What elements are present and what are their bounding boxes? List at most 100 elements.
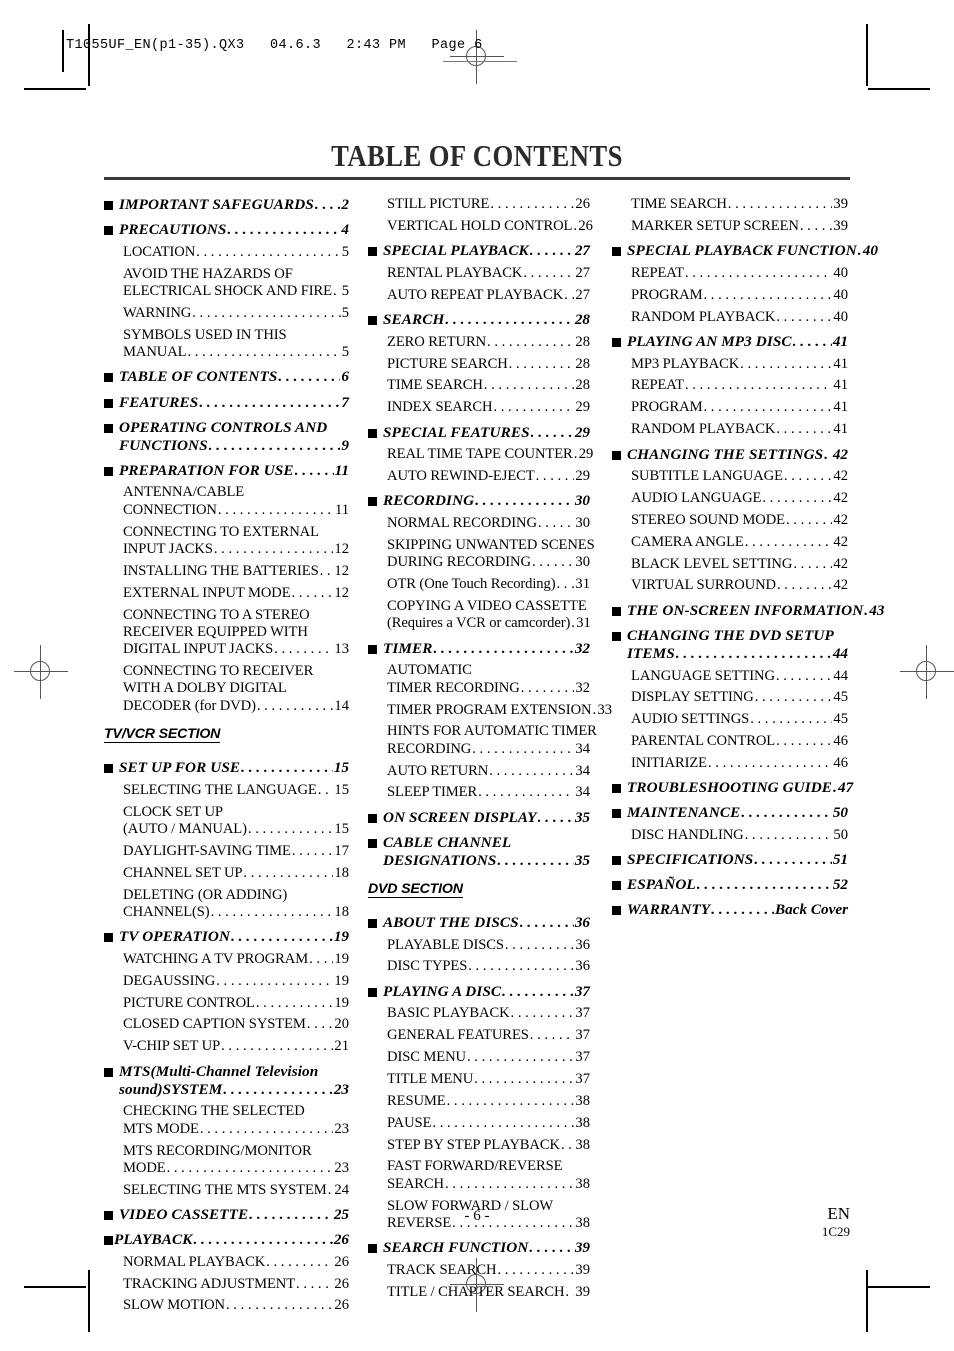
toc-sub-entry[interactable]: REAL TIME TAPE COUNTER 29 bbox=[368, 446, 593, 463]
toc-sub-entry[interactable]: VIRTUAL SURROUND 42 bbox=[612, 577, 848, 594]
toc-sub-entry[interactable]: PLAYABLE DISCS 36 bbox=[368, 937, 590, 954]
toc-sub-entry[interactable]: SLEEP TIMER 34 bbox=[368, 784, 590, 801]
toc-section-entry[interactable]: SPECIAL PLAYBACK 27 bbox=[368, 242, 590, 260]
toc-section-entry[interactable]: SET UP FOR USE 15 bbox=[104, 759, 349, 777]
toc-sub-entry[interactable]: LOCATION 5 bbox=[104, 244, 349, 261]
toc-section-entry[interactable]: TIMER 32 bbox=[368, 640, 590, 658]
toc-section-entry[interactable]: ON SCREEN DISPLAY 35 bbox=[368, 809, 590, 827]
toc-section-entry[interactable]: PREPARATION FOR USE 11 bbox=[104, 462, 349, 480]
toc-sub-entry[interactable]: RESUME 38 bbox=[368, 1093, 590, 1110]
toc-section-entry[interactable]: PLAYING A DISC 37 bbox=[368, 983, 590, 1001]
toc-sub-entry[interactable]: DISC TYPES 36 bbox=[368, 958, 590, 975]
toc-section-entry[interactable]: MAINTENANCE 50 bbox=[612, 804, 848, 822]
toc-sub-entry[interactable]: BLACK LEVEL SETTING 42 bbox=[612, 556, 848, 573]
toc-sub-entry[interactable]: INSTALLING THE BATTERIES 12 bbox=[104, 563, 349, 580]
toc-sub-entry[interactable]: TITLE MENU 37 bbox=[368, 1071, 590, 1088]
toc-sub-entry[interactable]: SELECTING THE LANGUAGE 15 bbox=[104, 782, 349, 799]
toc-sub-entry[interactable]: GENERAL FEATURES 37 bbox=[368, 1027, 590, 1044]
toc-sub-entry[interactable]: SYMBOLS USED IN THISMANUAL 5 bbox=[104, 327, 349, 362]
toc-sub-entry[interactable]: AUDIO LANGUAGE 42 bbox=[612, 490, 848, 507]
toc-sub-entry[interactable]: DELETING (OR ADDING)CHANNEL(S) 18 bbox=[104, 887, 349, 922]
toc-sub-entry[interactable]: SKIPPING UNWANTED SCENES DURING RECORDING… bbox=[368, 537, 595, 572]
toc-section-entry[interactable]: TROUBLESHOOTING GUIDE 47 bbox=[612, 779, 853, 797]
toc-sub-entry[interactable]: CONNECTING TO RECEIVER WITH A DOLBY DIGIT… bbox=[104, 663, 349, 715]
toc-sub-entry[interactable]: EXTERNAL INPUT MODE 12 bbox=[104, 585, 349, 602]
toc-sub-entry[interactable]: CHECKING THE SELECTEDMTS MODE 23 bbox=[104, 1103, 349, 1138]
toc-section-entry[interactable]: SPECIFICATIONS 51 bbox=[612, 851, 848, 869]
toc-sub-entry[interactable]: PARENTAL CONTROL 46 bbox=[612, 733, 848, 750]
toc-sub-entry[interactable]: INDEX SEARCH 29 bbox=[368, 399, 590, 416]
toc-sub-entry[interactable]: OTR (One Touch Recording) 31 bbox=[368, 576, 590, 593]
toc-section-entry[interactable]: PLAYING AN MP3 DISC 41 bbox=[612, 333, 848, 351]
toc-sub-entry[interactable]: MTS RECORDING/MONITORMODE 23 bbox=[104, 1143, 349, 1178]
toc-sub-entry[interactable]: VERTICAL HOLD CONTROL 26 bbox=[368, 218, 593, 235]
toc-sub-entry[interactable]: AUTO REWIND-EJECT 29 bbox=[368, 468, 590, 485]
toc-sub-entry[interactable]: AUTO REPEAT PLAYBACK 27 bbox=[368, 287, 590, 304]
toc-sub-entry[interactable]: WATCHING A TV PROGRAM 19 bbox=[104, 951, 349, 968]
toc-sub-entry[interactable]: STEREO SOUND MODE 42 bbox=[612, 512, 848, 529]
toc-sub-entry[interactable]: DISC HANDLING 50 bbox=[612, 827, 848, 844]
toc-sub-entry[interactable]: ANTENNA/CABLECONNECTION 11 bbox=[104, 484, 349, 519]
toc-section-entry[interactable]: ABOUT THE DISCS 36 bbox=[368, 914, 590, 932]
toc-sub-entry[interactable]: TRACK SEARCH 39 bbox=[368, 1262, 590, 1279]
toc-sub-entry[interactable]: RENTAL PLAYBACK 27 bbox=[368, 265, 590, 282]
toc-sub-entry[interactable]: WARNING 5 bbox=[104, 305, 349, 322]
toc-sub-entry[interactable]: DISC MENU 37 bbox=[368, 1049, 590, 1066]
toc-sub-entry[interactable]: PROGRAM 41 bbox=[612, 399, 848, 416]
toc-section-entry[interactable]: RECORDING 30 bbox=[368, 492, 590, 510]
toc-sub-entry[interactable]: NORMAL RECORDING 30 bbox=[368, 515, 590, 532]
toc-sub-entry[interactable]: TIMER PROGRAM EXTENSION 33 bbox=[368, 702, 612, 719]
toc-sub-entry[interactable]: PAUSE 38 bbox=[368, 1115, 590, 1132]
toc-sub-entry[interactable]: RANDOM PLAYBACK 41 bbox=[612, 421, 848, 438]
toc-section-entry[interactable]: PLAYBACK 26 bbox=[104, 1231, 349, 1249]
toc-sub-entry[interactable]: AUDIO SETTINGS 45 bbox=[612, 711, 848, 728]
toc-sub-entry[interactable]: PROGRAM 40 bbox=[612, 287, 848, 304]
toc-section-entry[interactable]: TV OPERATION 19 bbox=[104, 928, 349, 946]
toc-section-entry[interactable]: ESPAÑOL 52 bbox=[612, 876, 848, 894]
toc-section-entry[interactable]: SPECIAL PLAYBACK FUNCTION 40 bbox=[612, 242, 878, 260]
toc-sub-entry[interactable]: SELECTING THE MTS SYSTEM 24 bbox=[104, 1182, 349, 1199]
toc-section-entry[interactable]: SEARCH FUNCTION 39 bbox=[368, 1239, 590, 1257]
toc-sub-entry[interactable]: CHANNEL SET UP 18 bbox=[104, 865, 349, 882]
toc-sub-entry[interactable]: BASIC PLAYBACK 37 bbox=[368, 1005, 590, 1022]
toc-sub-entry[interactable]: STILL PICTURE 26 bbox=[368, 196, 590, 213]
toc-sub-entry[interactable]: ZERO RETURN 28 bbox=[368, 334, 590, 351]
toc-sub-entry[interactable]: FAST FORWARD/REVERSESEARCH 38 bbox=[368, 1158, 590, 1193]
toc-sub-entry[interactable]: STEP BY STEP PLAYBACK 38 bbox=[368, 1137, 590, 1154]
toc-sub-entry[interactable]: PICTURE SEARCH 28 bbox=[368, 356, 590, 373]
toc-section-entry[interactable]: CHANGING THE DVD SETUPITEMS 44 bbox=[612, 627, 848, 663]
toc-sub-entry[interactable]: CONNECTING TO EXTERNALINPUT JACKS 12 bbox=[104, 524, 349, 559]
toc-sub-entry[interactable]: V-CHIP SET UP 21 bbox=[104, 1038, 349, 1055]
toc-sub-entry[interactable]: SUBTITLE LANGUAGE 42 bbox=[612, 468, 848, 485]
toc-sub-entry[interactable]: DAYLIGHT-SAVING TIME 17 bbox=[104, 843, 349, 860]
toc-sub-entry[interactable]: AUTOMATICTIMER RECORDING 32 bbox=[368, 662, 590, 697]
toc-sub-entry[interactable]: TIME SEARCH 28 bbox=[368, 377, 590, 394]
toc-sub-entry[interactable]: CONNECTING TO A STEREO RECEIVER EQUIPPED … bbox=[104, 607, 349, 659]
toc-sub-entry[interactable]: NORMAL PLAYBACK 26 bbox=[104, 1254, 349, 1271]
toc-sub-entry[interactable]: TIME SEARCH 39 bbox=[612, 196, 848, 213]
toc-section-entry[interactable]: PRECAUTIONS 4 bbox=[104, 221, 349, 239]
toc-section-entry[interactable]: WARRANTY Back Cover bbox=[612, 901, 848, 919]
toc-sub-entry[interactable]: MARKER SETUP SCREEN 39 bbox=[612, 218, 848, 235]
toc-sub-entry[interactable]: MP3 PLAYBACK 41 bbox=[612, 356, 848, 373]
toc-sub-entry[interactable]: INITIARIZE 46 bbox=[612, 755, 848, 772]
toc-section-entry[interactable]: OPERATING CONTROLS ANDFUNCTIONS 9 bbox=[104, 419, 349, 455]
toc-section-entry[interactable]: IMPORTANT SAFEGUARDS 2 bbox=[104, 196, 349, 214]
toc-sub-entry[interactable]: DISPLAY SETTING 45 bbox=[612, 689, 848, 706]
toc-sub-entry[interactable]: RANDOM PLAYBACK 40 bbox=[612, 309, 848, 326]
toc-section-entry[interactable]: SPECIAL FEATURES 29 bbox=[368, 424, 590, 442]
toc-section-entry[interactable]: FEATURES 7 bbox=[104, 394, 349, 412]
toc-sub-entry[interactable]: AUTO RETURN 34 bbox=[368, 763, 590, 780]
toc-section-entry[interactable]: CHANGING THE SETTINGS 42 bbox=[612, 446, 848, 464]
toc-section-entry[interactable]: MTS(Multi-Channel Television sound)SYSTEM… bbox=[104, 1063, 349, 1099]
toc-sub-entry[interactable]: LANGUAGE SETTING 44 bbox=[612, 668, 848, 685]
toc-sub-entry[interactable]: REPEAT 40 bbox=[612, 265, 848, 282]
toc-sub-entry[interactable]: AVOID THE HAZARDS OF ELECTRICAL SHOCK AND… bbox=[104, 266, 349, 301]
toc-sub-entry[interactable]: TITLE / CHAPTER SEARCH 39 bbox=[368, 1284, 590, 1301]
toc-section-entry[interactable]: CABLE CHANNELDESIGNATIONS 35 bbox=[368, 834, 590, 870]
toc-sub-entry[interactable]: SLOW MOTION 26 bbox=[104, 1297, 349, 1314]
toc-sub-entry[interactable]: COPYING A VIDEO CASSETTE (Requires a VCR … bbox=[368, 598, 591, 633]
toc-sub-entry[interactable]: TRACKING ADJUSTMENT 26 bbox=[104, 1276, 349, 1293]
toc-section-entry[interactable]: SEARCH 28 bbox=[368, 311, 590, 329]
toc-sub-entry[interactable]: HINTS FOR AUTOMATIC TIMERRECORDING 34 bbox=[368, 723, 597, 758]
